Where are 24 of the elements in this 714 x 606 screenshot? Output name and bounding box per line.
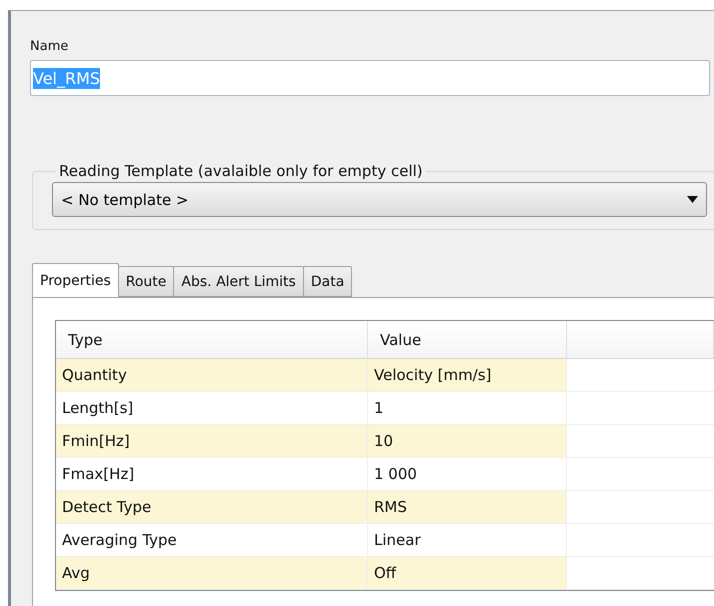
table-cell: Averaging Type bbox=[56, 524, 368, 557]
tab[interactable]: Data bbox=[302, 266, 352, 297]
table-cell: Length[s] bbox=[56, 392, 368, 425]
tab[interactable]: Properties bbox=[32, 263, 119, 297]
table-cell: Avg bbox=[56, 557, 368, 590]
dropdown-arrow-icon bbox=[687, 196, 698, 203]
table-cell: 1 000 bbox=[368, 458, 567, 491]
tab[interactable]: Abs. Alert Limits bbox=[173, 266, 304, 297]
table-cell: Quantity bbox=[56, 359, 368, 392]
column-header[interactable]: Value bbox=[368, 321, 567, 359]
column-header[interactable]: Type bbox=[56, 321, 368, 359]
table-cell: Fmin[Hz] bbox=[56, 425, 368, 458]
table-cell: 1 bbox=[368, 392, 567, 425]
table-cell: 10 bbox=[368, 425, 567, 458]
table-cell: Velocity [mm/s] bbox=[368, 359, 567, 392]
name-label: Name bbox=[30, 39, 70, 54]
table-cell: Detect Type bbox=[56, 491, 368, 524]
tab[interactable]: Route bbox=[118, 266, 174, 297]
table-cell: RMS bbox=[368, 491, 567, 524]
table-cell: Off bbox=[368, 557, 567, 590]
table-cell: Fmax[Hz] bbox=[56, 458, 368, 491]
group-legend: Reading Template (avalaible only for empty cell) bbox=[56, 162, 426, 180]
template-dropdown[interactable]: < No template > bbox=[52, 182, 707, 217]
table-cell: Linear bbox=[368, 524, 567, 557]
